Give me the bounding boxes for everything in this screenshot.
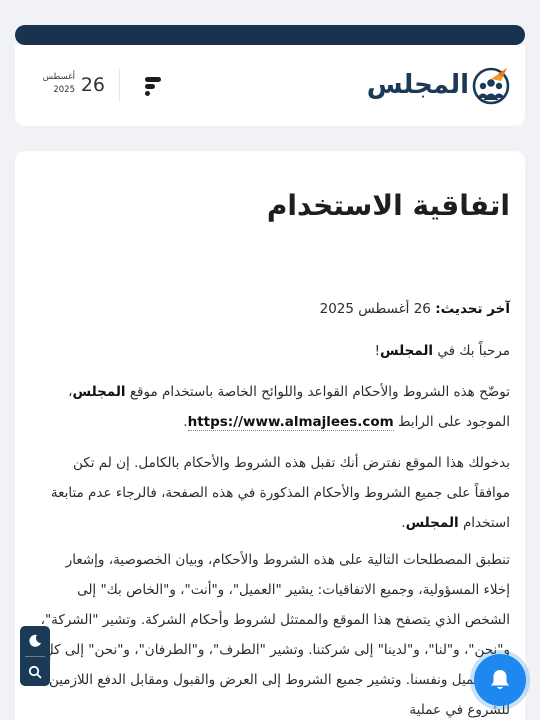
logo-emblem-icon [472, 67, 510, 105]
intro-paragraph: توضّح هذه الشروط والأحكام القواعد واللوا… [35, 377, 510, 437]
date-month: أغسطس [42, 72, 75, 82]
date-year: 2025 [53, 85, 75, 95]
intro-end: . [183, 414, 188, 430]
welcome-prefix: مرحباً بك في [437, 343, 510, 359]
page-title: اتفاقية الاستخدام [266, 189, 510, 222]
search-icon [28, 665, 42, 679]
welcome-site-name: المجلس [379, 343, 434, 359]
bell-icon [491, 670, 509, 689]
intro-text: توضّح هذه الشروط والأحكام القواعد واللوا… [129, 384, 510, 400]
acceptance-site-name: المجلس [405, 515, 459, 531]
dark-mode-toggle[interactable] [20, 626, 50, 656]
floating-tools [20, 626, 50, 686]
search-button[interactable] [20, 657, 50, 687]
notifications-button[interactable] [474, 654, 526, 706]
definitions-paragraph: تنطبق المصطلحات التالية على هذه الشروط و… [40, 552, 510, 718]
site-header: المجلس 26 أغسطس 2025 [15, 45, 525, 126]
logo-text: المجلس [366, 70, 469, 100]
last-updated-label: آخر تحديث: [435, 301, 510, 317]
acceptance-paragraph: بدخولك هذا الموقع نفترض أنك تقبل هذه الش… [35, 448, 510, 538]
menu-icon [145, 77, 161, 96]
welcome-paragraph: مرحباً بك في المجلس! [35, 336, 510, 366]
site-url-link[interactable]: https://www.almajlees.com [187, 414, 394, 431]
date-day: 26 [80, 74, 105, 96]
last-updated: آخر تحديث: 26 أغسطس 2025 [35, 294, 510, 324]
header-divider [119, 69, 120, 102]
intro-site-name: المجلس [72, 384, 126, 400]
moon-icon [29, 634, 41, 647]
last-updated-value: 26 أغسطس 2025 [319, 301, 431, 317]
article-card: اتفاقية الاستخدام آخر تحديث: 26 أغسطس 20… [15, 151, 525, 720]
menu-button[interactable] [141, 75, 163, 97]
header-date: 26 أغسطس 2025 [29, 71, 105, 101]
top-accent-bar [15, 25, 525, 45]
site-logo[interactable]: المجلس [367, 65, 511, 105]
